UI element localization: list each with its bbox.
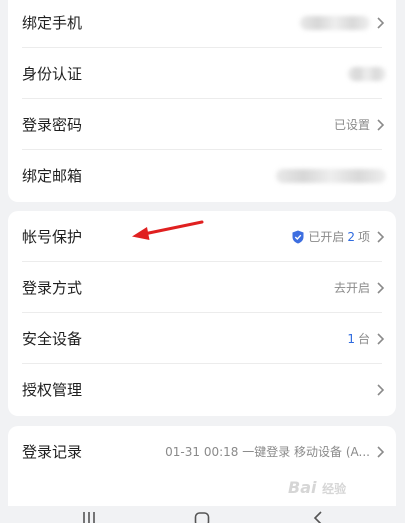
login-records-label: 登录记录 xyxy=(22,443,83,461)
bind-phone-label: 绑定手机 xyxy=(22,14,83,32)
watermark-suffix: 经验 xyxy=(322,482,347,496)
watermark-text: Bai xyxy=(288,478,317,497)
row-bind-phone[interactable]: 绑定手机 xyxy=(8,0,396,48)
red-arrow-annotation xyxy=(132,220,204,240)
login-password-label: 登录密码 xyxy=(22,116,83,134)
bind-phone-value xyxy=(300,15,370,30)
shield-check-icon xyxy=(292,230,304,243)
devices-count: 1 xyxy=(347,331,355,346)
row-security-devices[interactable]: 安全设备 1 台 xyxy=(8,313,396,364)
account-card: 绑定手机 身份认证 登录密码 已设置 绑定邮箱 xyxy=(8,0,396,202)
chevron-right-icon xyxy=(374,230,386,244)
account-protection-label: 帐号保护 xyxy=(22,228,83,246)
chevron-right-icon xyxy=(374,383,386,397)
login-method-label: 登录方式 xyxy=(22,279,83,297)
identity-verify-label: 身份认证 xyxy=(22,65,83,83)
recent-apps-icon[interactable] xyxy=(80,510,98,523)
authorization-label: 授权管理 xyxy=(22,381,83,399)
devices-unit: 台 xyxy=(357,332,370,346)
protection-count: 2 xyxy=(347,229,355,244)
chevron-right-icon xyxy=(374,118,386,132)
bind-email-label: 绑定邮箱 xyxy=(22,167,83,185)
row-login-records[interactable]: 登录记录 01-31 00:18 一键登录 移动设备 (A... xyxy=(8,426,396,477)
row-bind-email[interactable]: 绑定邮箱 xyxy=(8,150,396,201)
system-nav-bar xyxy=(0,506,405,523)
protection-unit: 项 xyxy=(357,230,370,244)
chevron-right-icon xyxy=(374,332,386,346)
login-method-value: 去开启 xyxy=(333,281,370,295)
back-icon[interactable] xyxy=(312,510,324,523)
chevron-right-icon xyxy=(374,281,386,295)
chevron-right-icon xyxy=(374,16,386,30)
row-identity-verify[interactable]: 身份认证 xyxy=(8,48,396,99)
login-records-value: 01-31 00:18 一键登录 移动设备 (A... xyxy=(165,445,370,459)
login-password-value: 已设置 xyxy=(333,118,370,132)
row-login-password[interactable]: 登录密码 已设置 xyxy=(8,99,396,150)
account-protection-value: 已开启 2 项 xyxy=(292,228,370,245)
baidu-watermark: Bai 经验 xyxy=(288,478,346,497)
chevron-right-icon xyxy=(374,445,386,459)
identity-verify-value xyxy=(348,66,386,81)
security-devices-value: 1 台 xyxy=(344,330,370,347)
home-icon[interactable] xyxy=(194,510,210,523)
security-devices-label: 安全设备 xyxy=(22,330,83,348)
protection-status-text: 已开启 xyxy=(308,230,345,244)
row-authorization-management[interactable]: 授权管理 xyxy=(8,364,396,415)
bind-email-value xyxy=(276,168,386,183)
row-login-method[interactable]: 登录方式 去开启 xyxy=(8,262,396,313)
